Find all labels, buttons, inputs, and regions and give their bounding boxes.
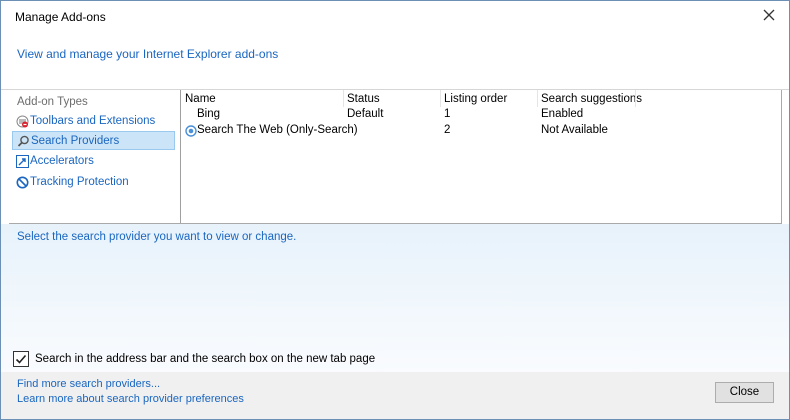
details-panel: Select the search provider you want to v… bbox=[1, 224, 789, 372]
address-bar-search-checkbox[interactable] bbox=[13, 351, 29, 367]
table-row[interactable]: Search The Web (Only-Search) 2 Not Avail… bbox=[182, 123, 781, 139]
search-icon bbox=[17, 135, 29, 147]
checkmark-icon bbox=[15, 354, 27, 364]
provider-name: Search The Web (Only-Search) bbox=[197, 124, 358, 136]
sidebar-title: Add-on Types bbox=[17, 96, 88, 108]
column-header-status[interactable]: Status bbox=[344, 90, 441, 107]
provider-order: 1 bbox=[444, 108, 451, 120]
sidebar-item-toolbars[interactable]: Toolbars and Extensions bbox=[12, 112, 175, 131]
close-button[interactable]: Close bbox=[715, 382, 774, 403]
sidebar-item-label: Accelerators bbox=[30, 155, 94, 167]
list-border bbox=[781, 90, 782, 224]
column-header-name[interactable]: Name bbox=[182, 90, 344, 107]
provider-suggestions: Enabled bbox=[541, 108, 584, 120]
addon-types-sidebar: Add-on Types Toolbars and Extensions Sea… bbox=[9, 90, 181, 223]
sidebar-item-search-providers[interactable]: Search Providers bbox=[12, 131, 175, 150]
title-bar: Manage Add-ons bbox=[1, 1, 789, 29]
sidebar-item-label: Toolbars and Extensions bbox=[30, 115, 156, 127]
sidebar-item-label: Search Providers bbox=[31, 135, 120, 147]
manage-addons-dialog: Manage Add-ons View and manage your Inte… bbox=[0, 0, 790, 420]
toolbars-icon bbox=[16, 115, 29, 128]
sidebar-item-tracking-protection[interactable]: Tracking Protection bbox=[12, 173, 175, 192]
header-area: View and manage your Internet Explorer a… bbox=[1, 29, 789, 90]
search-provider-icon bbox=[185, 125, 197, 137]
accelerators-icon bbox=[16, 155, 29, 168]
details-hint: Select the search provider you want to v… bbox=[17, 231, 297, 243]
header-description: View and manage your Internet Explorer a… bbox=[17, 47, 279, 61]
provider-suggestions: Not Available bbox=[541, 124, 608, 136]
dialog-footer: Find more search providers... Learn more… bbox=[1, 372, 789, 419]
close-window-icon[interactable] bbox=[761, 7, 777, 23]
pane-splitter[interactable] bbox=[180, 90, 181, 223]
provider-order: 2 bbox=[444, 124, 451, 136]
column-separator[interactable] bbox=[635, 90, 636, 107]
provider-status: Default bbox=[347, 108, 384, 120]
provider-name: Bing bbox=[197, 108, 221, 120]
table-row[interactable]: Bing Default 1 Enabled bbox=[182, 107, 781, 123]
column-header-listing-order[interactable]: Listing order bbox=[441, 90, 538, 107]
checkbox-label: Search in the address bar and the search… bbox=[35, 353, 376, 365]
window-title: Manage Add-ons bbox=[15, 10, 106, 24]
tracking-protection-icon bbox=[16, 176, 29, 189]
learn-more-link[interactable]: Learn more about search provider prefere… bbox=[17, 393, 244, 405]
providers-list: Name Status Listing order Search suggest… bbox=[182, 90, 781, 223]
sidebar-item-accelerators[interactable]: Accelerators bbox=[12, 152, 175, 171]
column-header-search-suggestions[interactable]: Search suggestions bbox=[538, 90, 642, 107]
find-more-providers-link[interactable]: Find more search providers... bbox=[17, 378, 160, 390]
sidebar-item-label: Tracking Protection bbox=[30, 176, 129, 188]
